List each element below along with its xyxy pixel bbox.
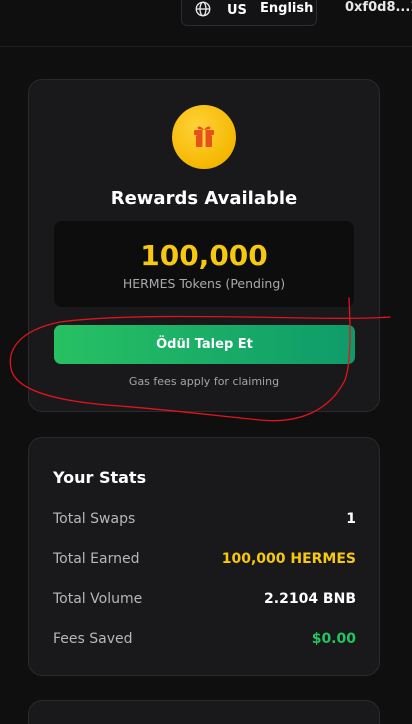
stat-row-total-earned: Total Earned 100,000 HERMES (53, 551, 356, 571)
wallet-address-button[interactable]: 0xf0d8...13 (345, 0, 412, 15)
stat-value: 2.2104 BNB (264, 591, 356, 607)
reward-amount-label: HERMES Tokens (Pending) (122, 276, 286, 291)
stat-value: 1 (346, 511, 356, 527)
stat-label: Fees Saved (53, 631, 133, 647)
stats-card: Your Stats Total Swaps 1 Total Earned 10… (28, 437, 380, 676)
top-bar: US English 0xf0d8...13 (0, 0, 412, 47)
gift-badge (172, 105, 236, 169)
stat-label: Total Earned (53, 551, 140, 567)
language-name: English (260, 1, 314, 16)
stat-value: $0.00 (311, 631, 356, 647)
rewards-card: Rewards Available 100,000 HERMES Tokens … (28, 79, 380, 412)
reward-amount: 100,000 (140, 239, 268, 272)
gas-fee-note: Gas fees apply for claiming (128, 375, 280, 388)
reward-amount-box: 100,000 HERMES Tokens (Pending) (54, 221, 354, 307)
stats-title: Your Stats (53, 468, 147, 487)
gift-icon (194, 126, 214, 147)
language-selector[interactable]: US English (181, 0, 317, 26)
globe-icon (195, 1, 211, 17)
stat-row-fees-saved: Fees Saved $0.00 (53, 631, 356, 651)
language-country-code: US (227, 3, 247, 18)
stat-label: Total Volume (53, 591, 143, 607)
page: US English 0xf0d8...13 Rewards Available… (0, 0, 412, 724)
stat-row-total-volume: Total Volume 2.2104 BNB (53, 591, 356, 611)
stat-value: 100,000 HERMES (221, 551, 356, 567)
stat-label: Total Swaps (53, 511, 136, 527)
claim-reward-button[interactable]: Ödül Talep Et (54, 325, 355, 364)
next-card (28, 700, 380, 724)
stat-row-total-swaps: Total Swaps 1 (53, 511, 356, 531)
rewards-title: Rewards Available (110, 188, 298, 209)
